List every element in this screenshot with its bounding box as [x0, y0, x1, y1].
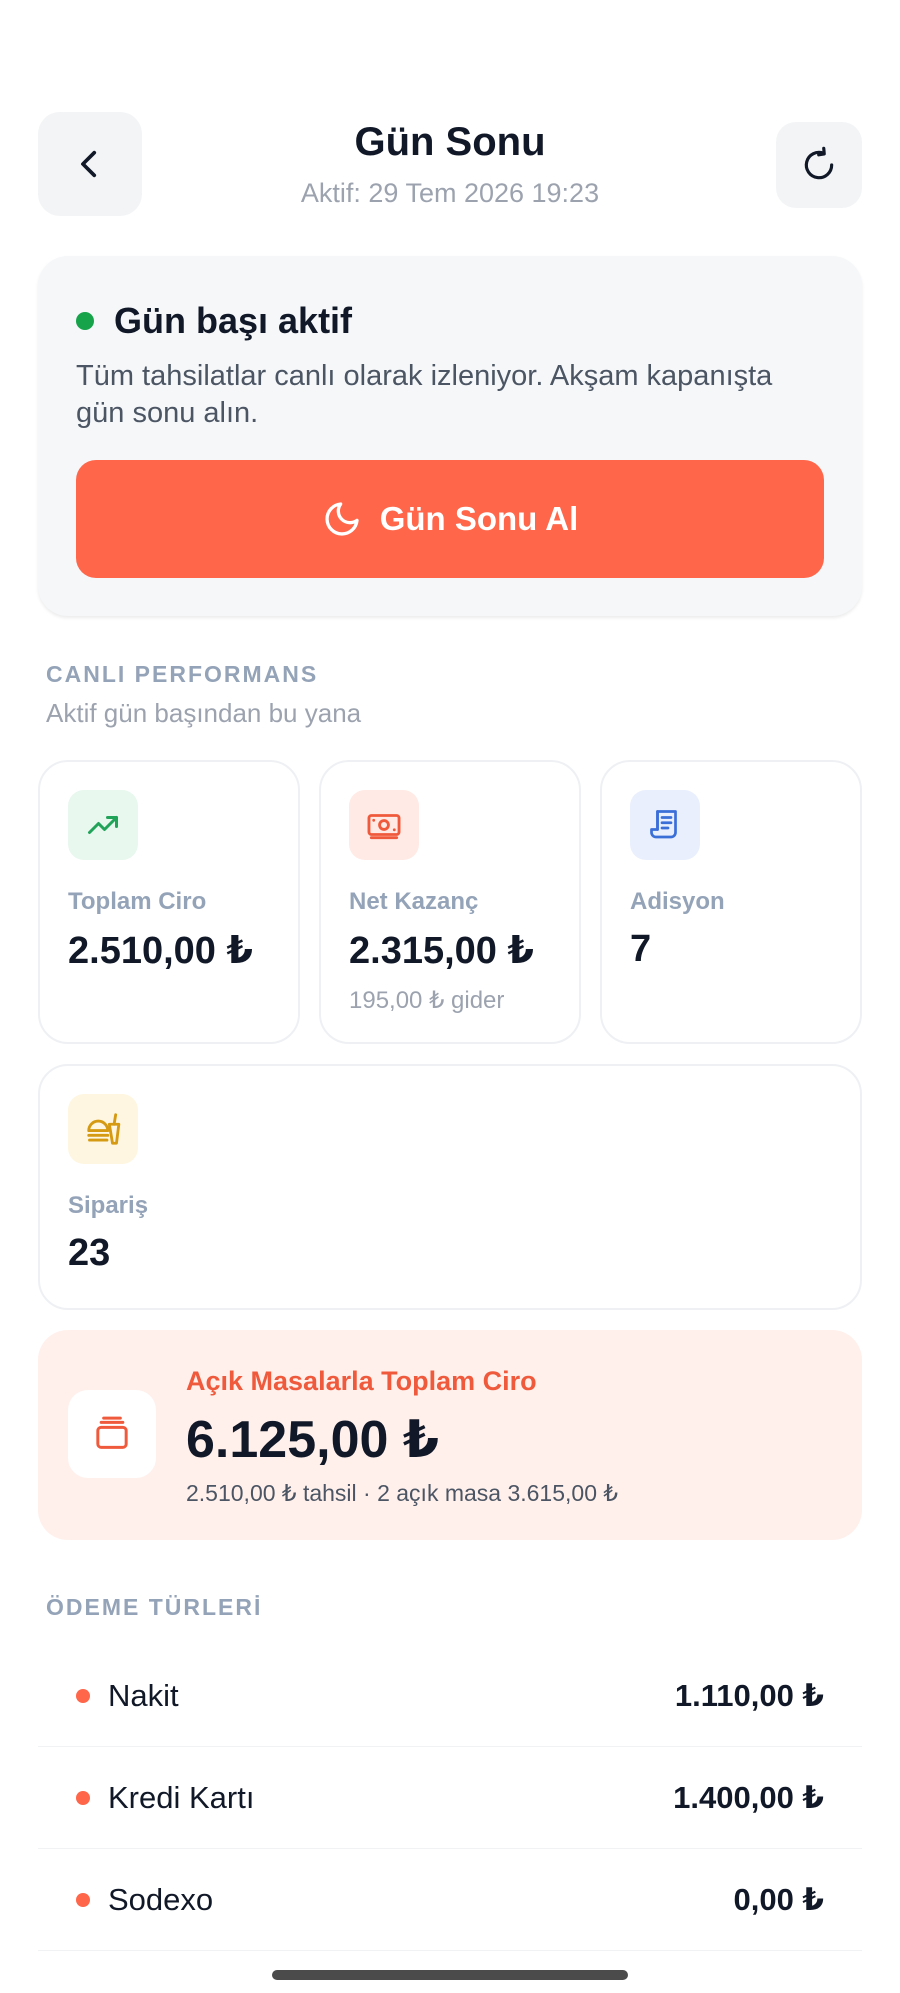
stat-value: 2.510,00 ₺: [68, 930, 253, 972]
payment-name: Kredi Kartı: [108, 1779, 255, 1815]
stat-value: 23: [68, 1232, 111, 1274]
performance-section-title: CANLI PERFORMANS: [46, 661, 319, 687]
receipt-icon: [630, 790, 700, 860]
trending-up-icon: [68, 790, 138, 860]
header: Gün Sonu Aktif: 29 Tem 2026 19:23: [38, 112, 862, 216]
payment-dot: [76, 1790, 90, 1805]
payment-name: Sodexo: [108, 1881, 214, 1917]
payment-row-credit-card[interactable]: Kredi Kartı 1.400,00 ₺: [38, 1747, 862, 1849]
payment-list: Nakit 1.110,00 ₺ Kredi Kartı 1.400,00 ₺ …: [38, 1645, 862, 1951]
open-tables-value: 6.125,00 ₺: [186, 1411, 440, 1469]
performance-section-subtitle: Aktif gün başından bu yana: [46, 698, 362, 728]
stat-label: Net Kazanç: [349, 888, 479, 915]
payment-row-cash[interactable]: Nakit 1.110,00 ₺: [38, 1645, 862, 1747]
end-of-day-button[interactable]: Gün Sonu Al: [76, 460, 824, 578]
end-of-day-button-label: Gün Sonu Al: [379, 500, 579, 537]
payment-value: 1.400,00 ₺: [673, 1779, 824, 1815]
banknote-icon: [349, 790, 419, 860]
open-tables-card[interactable]: Açık Masalarla Toplam Ciro 6.125,00 ₺ 2.…: [38, 1330, 862, 1540]
open-tables-title: Açık Masalarla Toplam Ciro: [186, 1366, 537, 1396]
stat-card-orders[interactable]: Sipariş 23: [38, 1064, 862, 1310]
payment-dot: [76, 1892, 90, 1907]
page-title: Gün Sonu: [354, 120, 546, 164]
stat-label: Toplam Ciro: [68, 888, 207, 915]
open-tables-note: 2.510,00 ₺ tahsil · 2 açık masa 3.615,00…: [186, 1480, 619, 1506]
payment-dot: [76, 1688, 90, 1703]
stat-card-total-revenue[interactable]: Toplam Ciro 2.510,00 ₺: [38, 760, 300, 1044]
status-dot: [76, 312, 94, 330]
page-subtitle: Aktif: 29 Tem 2026 19:23: [300, 178, 600, 208]
status-row: Gün başı aktif: [76, 300, 352, 342]
cash-register-icon: [68, 1390, 156, 1478]
payment-value: 1.110,00 ₺: [674, 1677, 824, 1713]
stat-label: Adisyon: [630, 888, 725, 915]
stat-value: 2.315,00 ₺: [349, 930, 534, 972]
refresh-button[interactable]: [776, 122, 862, 208]
stat-card-net-profit[interactable]: Net Kazanç 2.315,00 ₺ 195,00 ₺ gider: [319, 760, 581, 1044]
home-indicator[interactable]: [272, 1970, 628, 1980]
fast-food-icon: [68, 1094, 138, 1164]
stat-note: 195,00 ₺ gider: [349, 987, 505, 1014]
stat-card-checks[interactable]: Adisyon 7: [600, 760, 862, 1044]
refresh-icon: [804, 146, 834, 180]
payment-name: Nakit: [108, 1677, 179, 1713]
status-title: Gün başı aktif: [114, 300, 353, 341]
payment-value: 0,00 ₺: [733, 1881, 824, 1917]
payments-section-title: ÖDEME TÜRLERİ: [46, 1594, 263, 1620]
status-description: Tüm tahsilatlar canlı olarak izleniyor. …: [76, 360, 773, 429]
day-status-card: Gün başı aktif Tüm tahsilatlar canlı ola…: [38, 256, 862, 616]
stat-value: 7: [630, 928, 652, 970]
payment-row-sodexo[interactable]: Sodexo 0,00 ₺: [38, 1849, 862, 1951]
moon-icon: [325, 502, 359, 536]
stat-label: Sipariş: [68, 1192, 149, 1219]
